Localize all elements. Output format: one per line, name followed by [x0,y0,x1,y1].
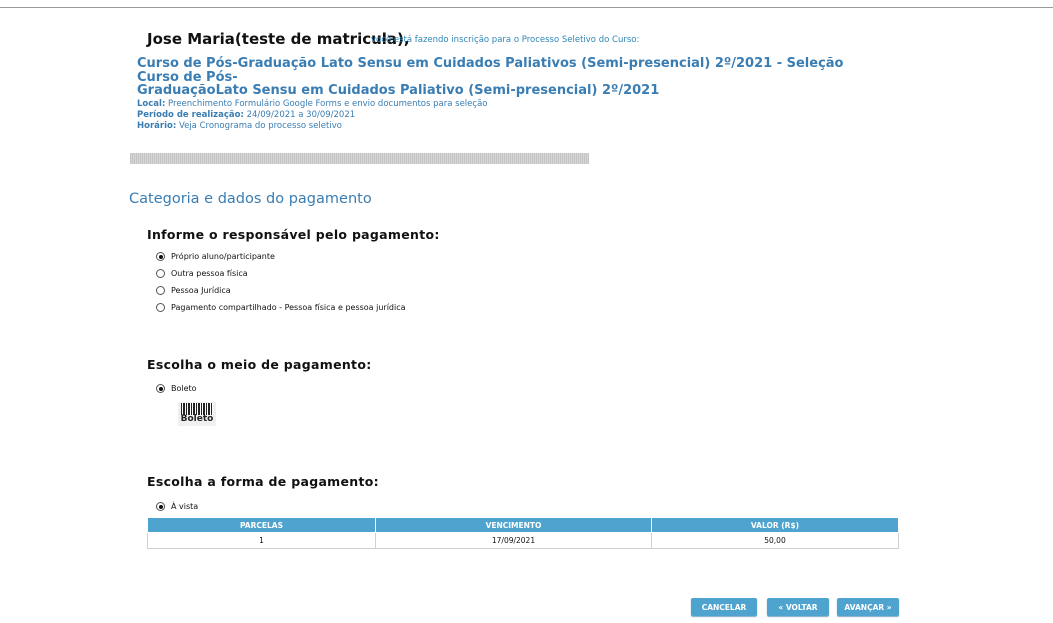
table-row: 1 17/09/2021 50,00 [147,532,899,549]
barcode-icon: Boleto [178,402,216,426]
local-value: Preenchimento Formulário Google Forms e … [168,99,488,109]
time-label: Horário: [137,121,177,131]
radio-button[interactable] [156,252,165,261]
radio-button[interactable] [156,502,165,511]
cancel-button[interactable]: CANCELAR [691,598,757,616]
radio-option-pessoa-juridica[interactable]: Pessoa Jurídica [156,286,231,295]
radio-label: Pagamento compartilhado - Pessoa física … [171,303,406,312]
responsavel-heading: Informe o responsável pelo pagamento: [147,227,440,242]
column-header-vencimento: VENCIMENTO [375,517,652,533]
period-info: Período de realização: 24/09/2021 a 30/0… [137,110,355,120]
radio-label: Próprio aluno/participante [171,252,275,261]
local-info: Local: Preenchimento Formulário Google F… [137,99,487,109]
cell-parcelas: 1 [147,532,376,549]
course-title-line2: GraduaçãoLato Sensu em Cuidados Paliativ… [137,83,660,98]
radio-label: À vista [171,502,199,511]
separator-stripe [130,153,589,164]
cell-valor: 50,00 [651,532,899,549]
top-divider [0,7,1053,8]
section-title: Categoria e dados do pagamento [129,191,372,207]
payment-table: PARCELAS VENCIMENTO VALOR (R$) 1 17/09/2… [147,517,899,549]
intro-text: você está fazendo inscrição para o Proce… [371,35,640,45]
boleto-icon-label: Boleto [180,414,214,424]
radio-label: Pessoa Jurídica [171,286,231,295]
local-label: Local: [137,99,166,109]
column-header-valor: VALOR (R$) [651,517,899,533]
next-button[interactable]: AVANÇAR » [837,598,899,616]
radio-option-outra-pessoa[interactable]: Outra pessoa física [156,269,248,278]
radio-option-boleto[interactable]: Boleto [156,384,197,393]
radio-button[interactable] [156,384,165,393]
table-header-row: PARCELAS VENCIMENTO VALOR (R$) [147,517,899,533]
forma-heading: Escolha a forma de pagamento: [147,474,379,489]
course-title-line1: Curso de Pós-Graduação Lato Sensu em Cui… [137,56,844,85]
course-title: Curso de Pós-Graduação Lato Sensu em Cui… [137,57,857,98]
radio-option-compartilhado[interactable]: Pagamento compartilhado - Pessoa física … [156,303,406,312]
time-value: Veja Cronograma do processo seletivo [178,121,342,131]
radio-label: Boleto [171,384,197,393]
period-label: Período de realização: [137,110,244,120]
radio-button[interactable] [156,286,165,295]
time-info: Horário: Veja Cronograma do processo sel… [137,121,342,131]
cell-vencimento: 17/09/2021 [375,532,652,549]
radio-label: Outra pessoa física [171,269,248,278]
radio-option-proprio[interactable]: Próprio aluno/participante [156,252,275,261]
radio-button[interactable] [156,303,165,312]
period-value: 24/09/2021 a 30/09/2021 [246,110,356,120]
meio-heading: Escolha o meio de pagamento: [147,357,372,372]
back-button[interactable]: « VOLTAR [767,598,829,616]
column-header-parcelas: PARCELAS [147,517,376,533]
radio-button[interactable] [156,269,165,278]
radio-option-a-vista[interactable]: À vista [156,502,198,511]
